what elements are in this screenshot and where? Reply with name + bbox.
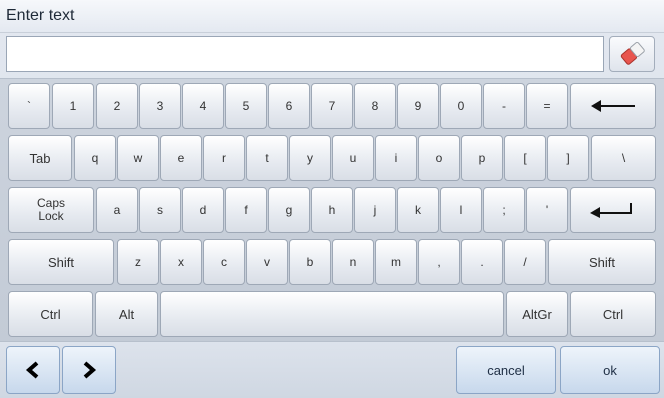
key-enter[interactable] <box>570 187 656 233</box>
key-g[interactable]: g <box>268 187 310 233</box>
next-button[interactable] <box>62 346 116 394</box>
key-apostrophe[interactable]: ' <box>526 187 568 233</box>
key-h[interactable]: h <box>311 187 353 233</box>
key-e[interactable]: e <box>160 135 202 181</box>
key-z[interactable]: z <box>117 239 159 285</box>
key-1[interactable]: 1 <box>52 83 94 129</box>
key-period[interactable]: . <box>461 239 503 285</box>
key-r[interactable]: r <box>203 135 245 181</box>
key-equals[interactable]: = <box>526 83 568 129</box>
key-x[interactable]: x <box>160 239 202 285</box>
backspace-arrow-icon <box>591 100 635 112</box>
key-t[interactable]: t <box>246 135 288 181</box>
clear-input-button[interactable] <box>609 36 655 72</box>
key-k[interactable]: k <box>397 187 439 233</box>
key-right-bracket[interactable]: ] <box>547 135 589 181</box>
footer-bar: cancel ok <box>0 342 664 398</box>
key-b[interactable]: b <box>289 239 331 285</box>
key-8[interactable]: 8 <box>354 83 396 129</box>
key-d[interactable]: d <box>182 187 224 233</box>
key-j[interactable]: j <box>354 187 396 233</box>
dialog-title: Enter text <box>6 7 75 24</box>
cancel-button[interactable]: cancel <box>456 346 556 394</box>
ok-button[interactable]: ok <box>560 346 660 394</box>
key-backslash[interactable]: \ <box>591 135 656 181</box>
key-s[interactable]: s <box>139 187 181 233</box>
key-shift-right[interactable]: Shift <box>548 239 656 285</box>
text-input[interactable] <box>6 36 604 72</box>
key-o[interactable]: o <box>418 135 460 181</box>
key-alt[interactable]: Alt <box>95 291 158 337</box>
key-i[interactable]: i <box>375 135 417 181</box>
key-3[interactable]: 3 <box>139 83 181 129</box>
chevron-left-icon <box>25 361 39 379</box>
key-altgr[interactable]: AltGr <box>506 291 568 337</box>
key-q[interactable]: q <box>74 135 116 181</box>
key-4[interactable]: 4 <box>182 83 224 129</box>
key-ctrl-right[interactable]: Ctrl <box>570 291 656 337</box>
eraser-icon <box>620 42 645 65</box>
keyboard-dialog: Enter text ` 1 2 3 4 5 6 7 8 9 0 - = Tab… <box>0 0 664 398</box>
key-backspace[interactable] <box>570 83 656 129</box>
key-semicolon[interactable]: ; <box>483 187 525 233</box>
key-y[interactable]: y <box>289 135 331 181</box>
key-w[interactable]: w <box>117 135 159 181</box>
key-shift-left[interactable]: Shift <box>8 239 114 285</box>
key-7[interactable]: 7 <box>311 83 353 129</box>
key-l[interactable]: l <box>440 187 482 233</box>
key-u[interactable]: u <box>332 135 374 181</box>
key-space[interactable] <box>160 291 504 337</box>
chevron-right-icon <box>83 361 97 379</box>
key-0[interactable]: 0 <box>440 83 482 129</box>
key-comma[interactable]: , <box>418 239 460 285</box>
enter-arrow-icon <box>590 203 632 218</box>
key-m[interactable]: m <box>375 239 417 285</box>
key-left-bracket[interactable]: [ <box>504 135 546 181</box>
key-c[interactable]: c <box>203 239 245 285</box>
key-backtick[interactable]: ` <box>8 83 50 129</box>
key-minus[interactable]: - <box>483 83 525 129</box>
key-p[interactable]: p <box>461 135 503 181</box>
key-v[interactable]: v <box>246 239 288 285</box>
key-f[interactable]: f <box>225 187 267 233</box>
key-5[interactable]: 5 <box>225 83 267 129</box>
caps-label-line2: Lock <box>38 209 64 223</box>
on-screen-keyboard: ` 1 2 3 4 5 6 7 8 9 0 - = Tab q w e r t … <box>0 78 664 342</box>
key-caps-lock[interactable]: Caps Lock <box>8 187 94 233</box>
key-ctrl-left[interactable]: Ctrl <box>8 291 93 337</box>
key-slash[interactable]: / <box>504 239 546 285</box>
key-9[interactable]: 9 <box>397 83 439 129</box>
previous-button[interactable] <box>6 346 60 394</box>
key-2[interactable]: 2 <box>96 83 138 129</box>
key-n[interactable]: n <box>332 239 374 285</box>
title-bar: Enter text <box>0 0 664 33</box>
key-tab[interactable]: Tab <box>8 135 72 181</box>
key-6[interactable]: 6 <box>268 83 310 129</box>
key-a[interactable]: a <box>96 187 138 233</box>
